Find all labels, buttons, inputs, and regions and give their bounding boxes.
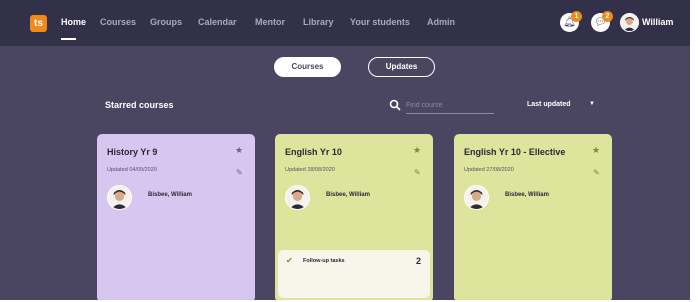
teacher-avatar (285, 185, 310, 210)
active-nav-indicator (61, 38, 76, 40)
course-card-english-yr-10[interactable]: English Yr 10 ★ Updated 28/08/2020 ✎ Bis… (275, 134, 433, 300)
caret-down-icon[interactable]: ▼ (589, 101, 595, 107)
course-updated-date: Updated 27/08/2020 (464, 167, 514, 173)
updates-toggle-button[interactable]: Updates (368, 57, 435, 77)
nav-item-admin[interactable]: Admin (427, 17, 455, 27)
nav-item-library[interactable]: Library (303, 17, 334, 27)
star-icon[interactable]: ★ (592, 146, 600, 155)
pencil-icon[interactable]: ✎ (593, 169, 600, 177)
logo[interactable]: ts (30, 15, 47, 32)
nav-item-groups[interactable]: Groups (150, 17, 182, 27)
nav-item-your-students[interactable]: Your students (350, 17, 410, 27)
teacher-avatar (464, 185, 489, 210)
nav-item-home[interactable]: Home (61, 17, 86, 27)
teacher-name: Bisbee, William (505, 192, 549, 198)
star-icon[interactable]: ★ (235, 146, 243, 155)
starred-courses-heading: Starred courses (105, 100, 174, 110)
teacher-avatar (107, 185, 132, 210)
follow-up-tasks-panel[interactable]: ✔ Follow-up tasks 2 (278, 250, 430, 298)
sort-dropdown[interactable]: Last updated (527, 101, 571, 108)
nav-item-mentor[interactable]: Mentor (255, 17, 285, 27)
course-card-english-yr-10-elective[interactable]: English Yr 10 - Ellective ★ Updated 27/0… (454, 134, 612, 300)
courses-toggle-button[interactable]: Courses (274, 57, 341, 77)
user-avatar[interactable] (620, 13, 639, 32)
check-icon: ✔ (286, 256, 293, 265)
nav-item-courses[interactable]: Courses (100, 17, 136, 27)
course-title[interactable]: History Yr 9 (107, 147, 157, 157)
pencil-icon[interactable]: ✎ (236, 169, 243, 177)
course-title[interactable]: English Yr 10 (285, 147, 342, 157)
course-updated-date: Updated 04/09/2020 (107, 167, 157, 173)
app-frame: ts Home Courses Groups Calendar Mentor L… (0, 0, 690, 300)
course-updated-date: Updated 28/08/2020 (285, 167, 335, 173)
course-title[interactable]: English Yr 10 - Ellective (464, 147, 565, 157)
teacher-name: Bisbee, William (148, 192, 192, 198)
top-nav-bar: ts Home Courses Groups Calendar Mentor L… (0, 0, 690, 46)
teacher-name: Bisbee, William (326, 192, 370, 198)
user-name[interactable]: William (642, 17, 673, 27)
course-card-history-yr-9[interactable]: History Yr 9 ★ Updated 04/09/2020 ✎ Bisb… (97, 134, 255, 300)
follow-up-tasks-label: Follow-up tasks (303, 258, 345, 264)
messages-badge: 2 (602, 11, 613, 22)
nav-item-calendar[interactable]: Calendar (198, 17, 237, 27)
pencil-icon[interactable]: ✎ (414, 169, 421, 177)
notifications-badge: 1 (571, 11, 582, 22)
search-icon[interactable] (389, 99, 401, 111)
star-icon[interactable]: ★ (413, 146, 421, 155)
follow-up-tasks-count: 2 (416, 256, 422, 266)
find-course-input[interactable] (406, 98, 494, 114)
